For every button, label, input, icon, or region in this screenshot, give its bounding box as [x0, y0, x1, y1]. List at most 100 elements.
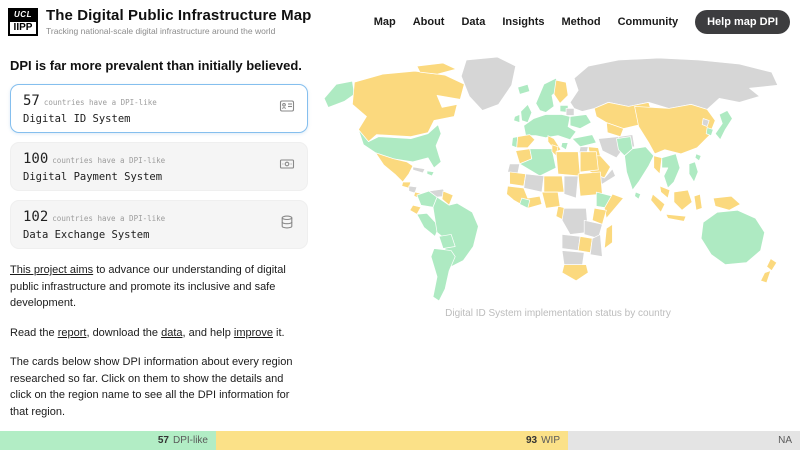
card-system-name: Digital ID System: [23, 113, 157, 125]
card-count: 57: [23, 93, 40, 109]
map-region-chad[interactable]: [564, 176, 578, 198]
map-region-philippines[interactable]: [689, 162, 698, 182]
map-region-egypt[interactable]: [580, 152, 598, 172]
map-region-china[interactable]: [635, 104, 716, 153]
project-aims-link[interactable]: This project aims: [10, 264, 93, 276]
card-system-name: Digital Payment System: [23, 171, 165, 183]
map-region-sri-lanka[interactable]: [635, 192, 641, 199]
map-region-hispaniola[interactable]: [427, 171, 434, 176]
map-region-ivory-coast[interactable]: [520, 198, 530, 208]
map-region-mauritania[interactable]: [510, 172, 526, 186]
legend-segment-wip[interactable]: 93WIP: [216, 431, 568, 450]
links-text: , download the: [86, 327, 161, 339]
banknote-icon: [279, 156, 295, 177]
sidebar: DPI is far more prevalent than initially…: [10, 58, 308, 420]
map-region-south-africa[interactable]: [562, 265, 588, 281]
intro-paragraph: This project aims to advance our underst…: [10, 262, 302, 312]
map-region-finland[interactable]: [554, 80, 568, 103]
id-card-icon: [279, 98, 295, 119]
map-region-taiwan[interactable]: [695, 154, 701, 161]
map-region-myanmar[interactable]: [654, 156, 662, 174]
card-count: 102: [23, 209, 48, 225]
legend-bar: 57DPI-like 93WIP NA: [0, 431, 800, 450]
map-region-ecuador[interactable]: [410, 205, 421, 214]
map-region-borneo[interactable]: [674, 190, 692, 210]
map-region-greece[interactable]: [561, 143, 568, 150]
legend-label: DPI-like: [173, 435, 208, 446]
map-region-kenya[interactable]: [592, 208, 606, 224]
map-region-namibia-botswana[interactable]: [562, 251, 584, 267]
card-caption: countries have a DPI-like: [52, 156, 165, 165]
ucl-logo-text: UCL: [8, 8, 38, 20]
map-region-iceland[interactable]: [518, 84, 530, 94]
map-region-spain[interactable]: [517, 135, 535, 148]
map-region-sulawesi[interactable]: [694, 194, 702, 210]
map-region-mali[interactable]: [524, 174, 544, 192]
links-text: Read the: [10, 327, 58, 339]
card-data-exchange-system[interactable]: 102 countries have a DPI-like Data Exchan…: [10, 200, 308, 249]
map-region-niger[interactable]: [544, 176, 564, 192]
legend-segment-na[interactable]: NA: [568, 431, 800, 450]
map-region-japan[interactable]: [715, 110, 732, 139]
legend-segment-dpi[interactable]: 57DPI-like: [0, 431, 216, 450]
database-icon: [279, 214, 295, 235]
map-region-arctic-islands[interactable]: [417, 63, 456, 74]
map-region-cuba[interactable]: [413, 167, 425, 173]
page-subtitle: Tracking national-scale digital infrastr…: [46, 26, 311, 36]
map-region-zambia[interactable]: [578, 236, 592, 252]
card-system-name: Data Exchange System: [23, 229, 165, 241]
map-region-turkey[interactable]: [572, 135, 596, 147]
data-link[interactable]: data: [161, 327, 182, 339]
sidebar-heading: DPI is far more prevalent than initially…: [10, 58, 308, 73]
map-region-russia[interactable]: [570, 58, 778, 111]
map-region-uk[interactable]: [521, 104, 532, 122]
help-map-dpi-button[interactable]: Help map DPI: [695, 10, 790, 34]
card-caption: countries have a DPI-like: [52, 214, 165, 223]
map-region-madagascar[interactable]: [604, 224, 612, 248]
iipp-logo-text: IIPP: [8, 20, 38, 36]
main-nav: Map About Data Insights Method Community…: [374, 10, 790, 34]
card-caption: countries have a DPI-like: [44, 98, 157, 107]
map-region-alaska[interactable]: [324, 81, 354, 107]
header: UCL IIPP The Digital Public Infrastructu…: [0, 0, 800, 40]
world-choropleth-map[interactable]: [316, 54, 800, 308]
links-text: it.: [273, 327, 285, 339]
card-digital-payment-system[interactable]: 100countries have a DPI-like Digital Pay…: [10, 142, 308, 191]
nav-item-about[interactable]: About: [413, 16, 445, 28]
improve-link[interactable]: improve: [234, 327, 273, 339]
map-caption: Digital ID System implementation status …: [316, 308, 800, 319]
map-region-belarus[interactable]: [566, 108, 574, 115]
nav-item-map[interactable]: Map: [374, 16, 396, 28]
nav-item-insights[interactable]: Insights: [502, 16, 544, 28]
legend-count: 93: [526, 435, 537, 446]
ucl-iipp-logo: UCL IIPP: [8, 8, 38, 36]
cards-help-paragraph: The cards below show DPI information abo…: [10, 354, 302, 420]
links-paragraph: Read the report, download the data, and …: [10, 325, 302, 342]
map-region-angola[interactable]: [562, 234, 580, 250]
map-region-australia[interactable]: [701, 210, 765, 264]
map-region-greenland[interactable]: [461, 57, 515, 110]
map-region-nigeria[interactable]: [542, 192, 560, 208]
map-region-sumatra[interactable]: [651, 194, 665, 212]
card-digital-id-system[interactable]: 57 countries have a DPI-like Digital ID S…: [10, 84, 308, 133]
nav-item-method[interactable]: Method: [561, 16, 600, 28]
page-title: The Digital Public Infrastructure Map: [46, 7, 311, 24]
nav-item-data[interactable]: Data: [461, 16, 485, 28]
links-text: , and help: [183, 327, 234, 339]
map-region-europe-central[interactable]: [524, 114, 576, 139]
nav-item-community[interactable]: Community: [618, 16, 679, 28]
map-region-java[interactable]: [666, 214, 686, 221]
map-region-ireland[interactable]: [514, 114, 520, 122]
map-region-new-zealand[interactable]: [761, 259, 777, 283]
map-region-mozambique[interactable]: [590, 234, 602, 256]
world-map-section: Digital ID System implementation status …: [316, 54, 800, 319]
map-region-new-guinea[interactable]: [713, 196, 740, 210]
map-region-india[interactable]: [625, 147, 654, 190]
legend-label: NA: [778, 435, 792, 446]
map-region-ukraine[interactable]: [570, 114, 591, 128]
map-region-indochina[interactable]: [662, 154, 680, 188]
report-link[interactable]: report: [58, 327, 87, 339]
map-region-canada[interactable]: [352, 71, 464, 142]
map-region-libya[interactable]: [556, 152, 580, 176]
map-region-argentina-chile[interactable]: [431, 249, 455, 301]
